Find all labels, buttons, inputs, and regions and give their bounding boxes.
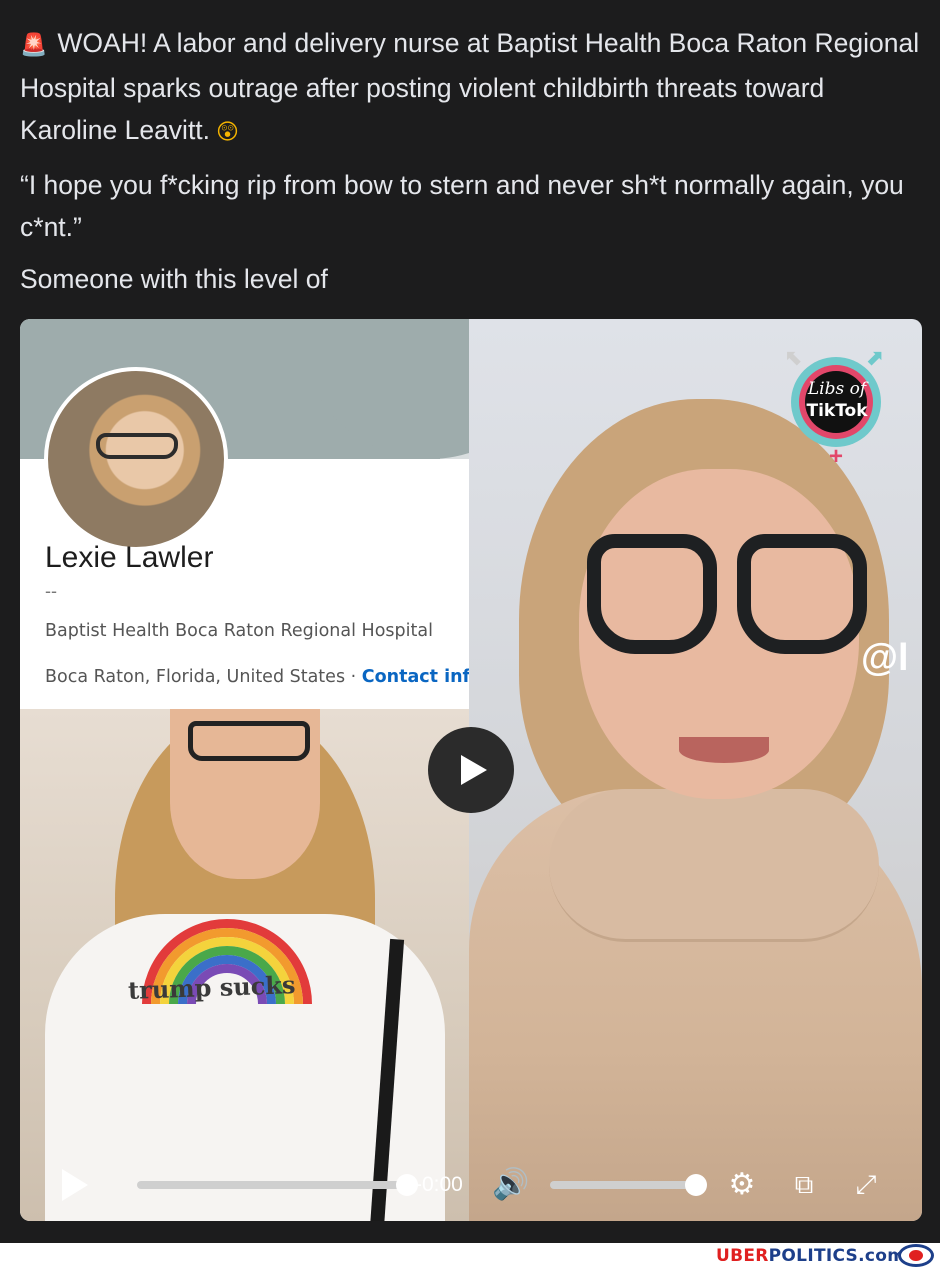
volume-icon[interactable]: 🔊 <box>492 1167 529 1203</box>
badge-line-1: Libs of <box>807 379 867 399</box>
profile-screenshot: Lexie Lawler -- Baptist Health Boca Rato… <box>20 319 469 1221</box>
post-headline: WOAH! A labor and delivery nurse at Bapt… <box>20 28 920 145</box>
venus-icon: + <box>829 443 844 470</box>
profile-organization: Baptist Health Boca Raton Regional Hospi… <box>45 621 433 641</box>
post-quote: “I hope you f*cking rip from bow to ster… <box>20 170 904 242</box>
brand-name[interactable]: UBERPOLITICS.com <box>716 1246 905 1266</box>
fullscreen-icon[interactable]: ⤢ <box>848 1167 884 1203</box>
contact-info-link[interactable]: Contact info <box>362 667 469 687</box>
frame-lens-left <box>587 534 717 654</box>
frame-lens-right <box>737 534 867 654</box>
profile-headline: -- <box>45 581 57 601</box>
video-frame: @l Libs of TikTok ⬉ ⬈ + <box>469 319 922 1221</box>
video-controls: -0:00 🔊 ⚙ ⧉ ⤢ <box>20 1139 922 1221</box>
video-player[interactable]: Lexie Lawler -- Baptist Health Boca Rato… <box>20 319 922 1221</box>
progress-bar[interactable] <box>137 1181 407 1189</box>
post-body: 🚨 WOAH! A labor and delivery nurse at Bap… <box>20 22 920 310</box>
footer: UBERPOLITICS.com <box>0 1243 940 1268</box>
brand-logo-icon <box>898 1244 934 1267</box>
shocked-face-icon: 😲 <box>216 120 239 145</box>
mars-arrow-icon: ⬉ <box>785 345 804 370</box>
watermark-handle: @l <box>861 637 909 679</box>
external-link-icon[interactable]: ⧉ <box>786 1167 822 1203</box>
badge-line-2: TikTok <box>806 401 868 421</box>
post-paragraph-3: Someone with this level of <box>20 264 328 294</box>
frame-turtleneck <box>549 789 879 942</box>
volume-handle[interactable] <box>685 1174 707 1196</box>
post-container: 🚨 WOAH! A labor and delivery nurse at Bap… <box>0 0 940 1243</box>
avatar <box>44 367 228 551</box>
play-icon <box>461 755 487 785</box>
post-paragraph-1: 🚨 WOAH! A labor and delivery nurse at Bap… <box>20 22 920 154</box>
shirt-text: trump sucks <box>127 970 296 1005</box>
time-remaining: -0:00 <box>415 1173 463 1196</box>
profile-name: Lexie Lawler <box>45 541 214 574</box>
play-button-large[interactable] <box>428 727 514 813</box>
arrow-up-right-icon: ⬈ <box>865 345 884 370</box>
gear-icon[interactable]: ⚙ <box>724 1167 760 1203</box>
frame-glasses <box>587 534 877 674</box>
volume-slider[interactable] <box>550 1181 696 1189</box>
siren-icon: 🚨 <box>20 33 48 58</box>
photo-glasses <box>188 721 310 761</box>
profile-location-line: Boca Raton, Florida, United States · Con… <box>45 667 469 687</box>
frame-mouth <box>679 737 769 763</box>
libs-of-tiktok-logo: Libs of TikTok ⬉ ⬈ + <box>785 345 889 470</box>
brand-part-2: POLITICS <box>768 1246 859 1266</box>
brand-part-1: UBER <box>716 1246 769 1266</box>
logo-center <box>909 1250 923 1261</box>
profile-location: Boca Raton, Florida, United States · <box>45 667 362 687</box>
avatar-glasses <box>96 433 178 459</box>
play-button[interactable] <box>62 1169 88 1201</box>
